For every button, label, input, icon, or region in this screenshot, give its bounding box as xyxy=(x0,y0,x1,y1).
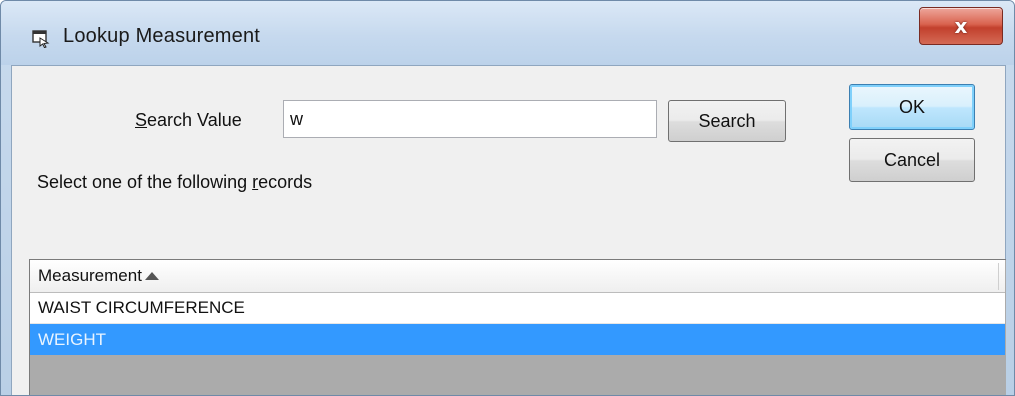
row-cell-measurement: WAIST CIRCUMFERENCE xyxy=(38,298,245,317)
row-cell-measurement: WEIGHT xyxy=(38,329,106,349)
lookup-measurement-window: Lookup Measurement x Search Value Search… xyxy=(0,0,1015,396)
select-records-label: Select one of the following records xyxy=(37,172,312,193)
title-bar[interactable]: Lookup Measurement x xyxy=(1,1,1014,65)
search-value-label: Search Value xyxy=(135,110,242,131)
cancel-button[interactable]: Cancel xyxy=(849,138,975,182)
results-grid[interactable]: Measurement WAIST CIRCUMFERENCE WEIGHT xyxy=(29,259,1006,395)
search-value-input[interactable] xyxy=(283,100,657,138)
table-row[interactable]: WAIST CIRCUMFERENCE xyxy=(30,293,1005,324)
search-value-accelerator: S xyxy=(135,110,148,130)
window-title: Lookup Measurement xyxy=(63,25,261,47)
close-button[interactable]: x xyxy=(919,7,1003,45)
close-icon: x xyxy=(954,14,968,38)
table-row-selected[interactable]: WEIGHT xyxy=(30,324,1005,355)
form-window-icon xyxy=(32,30,50,48)
sort-ascending-icon xyxy=(144,272,159,280)
select-records-text-end: ecords xyxy=(258,172,313,192)
ok-button[interactable]: OK xyxy=(849,84,975,130)
search-button[interactable]: Search xyxy=(668,100,786,142)
column-divider xyxy=(998,263,999,290)
column-header-label: Measurement xyxy=(38,266,142,285)
search-value-label-text: earch Value xyxy=(147,110,242,130)
select-records-text: Select one of the following xyxy=(37,172,253,192)
column-header-measurement[interactable]: Measurement xyxy=(30,260,1005,293)
